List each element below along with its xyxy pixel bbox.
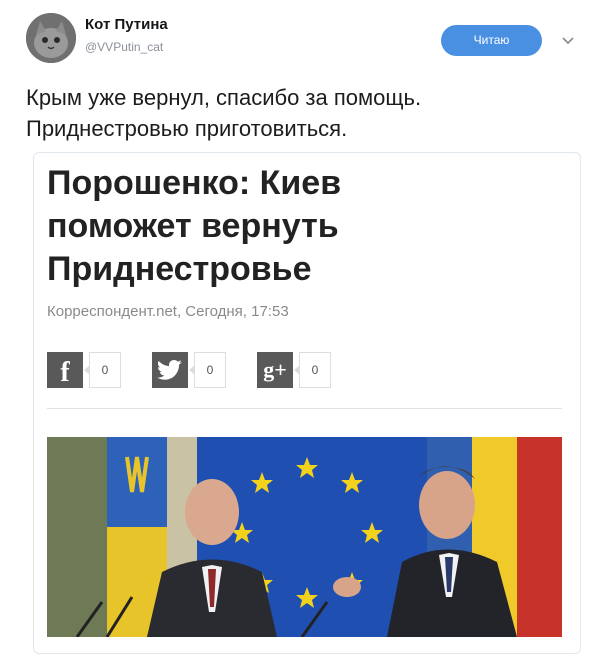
- headline-line: Приднестровье: [47, 250, 312, 288]
- article-source: Корреспондент.net, Сегодня, 17:53: [47, 303, 289, 320]
- article-photo: [47, 437, 562, 637]
- author-name[interactable]: Кот Путина: [85, 16, 168, 33]
- share-google-plus[interactable]: g+ 0: [257, 352, 331, 388]
- share-count: 0: [84, 352, 121, 388]
- share-facebook[interactable]: f 0: [47, 352, 121, 388]
- avatar[interactable]: [26, 13, 76, 63]
- follow-button[interactable]: Читаю: [441, 25, 542, 56]
- author-handle[interactable]: @VVPutin_cat: [85, 40, 163, 54]
- headline-line: поможет вернуть: [47, 207, 339, 245]
- chevron-down-icon[interactable]: [561, 34, 575, 48]
- embedded-article-card[interactable]: Порошенко: Киев поможет вернуть Приднест…: [33, 152, 581, 654]
- tweet-text-line: Крым уже вернул, спасибо за помощь.: [26, 85, 422, 110]
- headline-line: Порошенко: Киев: [47, 164, 342, 202]
- tweet-text: Крым уже вернул, спасибо за помощь. Прид…: [26, 82, 586, 144]
- google-plus-icon[interactable]: g+: [257, 352, 293, 388]
- article-headline: Порошенко: Киев поможет вернуть Приднест…: [47, 162, 567, 291]
- share-twitter[interactable]: 0: [152, 352, 226, 388]
- tweet-text-line: Приднестровью приготовиться.: [26, 116, 348, 141]
- facebook-icon[interactable]: f: [47, 352, 83, 388]
- share-count: 0: [294, 352, 331, 388]
- divider: [47, 408, 562, 409]
- share-count: 0: [189, 352, 226, 388]
- twitter-bird-icon[interactable]: [152, 352, 188, 388]
